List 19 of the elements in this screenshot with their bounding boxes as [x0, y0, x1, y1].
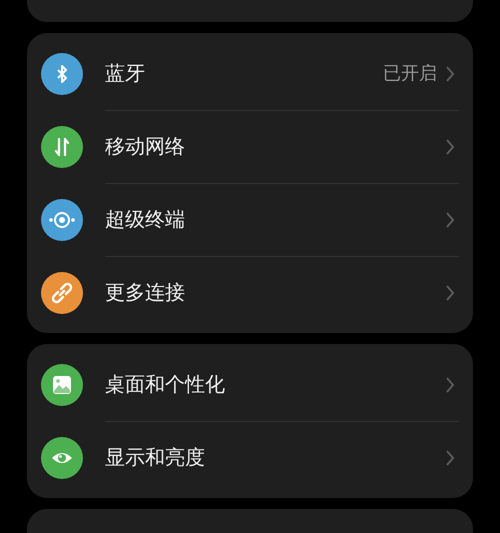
settings-item[interactable]: 显示和亮度: [41, 421, 459, 494]
chevron-right-icon: [445, 138, 455, 156]
chevron-right-icon: [445, 64, 455, 82]
settings-item[interactable]: 蓝牙 已开启: [41, 37, 459, 110]
item-label: 超级终端: [105, 208, 186, 232]
settings-item[interactable]: 更多连接: [41, 256, 459, 329]
chevron-right-icon: [445, 448, 455, 466]
chevron-right-icon: [445, 376, 455, 394]
settings-item[interactable]: 超级终端: [41, 183, 459, 256]
item-label: 蓝牙: [105, 62, 146, 86]
settings-item[interactable]: 桌面和个性化: [41, 348, 459, 421]
item-label: 桌面和个性化: [105, 372, 226, 398]
item-label: 移动网络: [105, 134, 186, 160]
chevron-right-icon: [445, 210, 455, 228]
item-label: 显示和亮度: [105, 446, 206, 470]
chevron-right-icon: [445, 284, 455, 302]
item-value: 已开启: [383, 62, 437, 85]
settings-item[interactable]: 移动网络: [41, 110, 459, 183]
item-label: 更多连接: [105, 280, 186, 306]
